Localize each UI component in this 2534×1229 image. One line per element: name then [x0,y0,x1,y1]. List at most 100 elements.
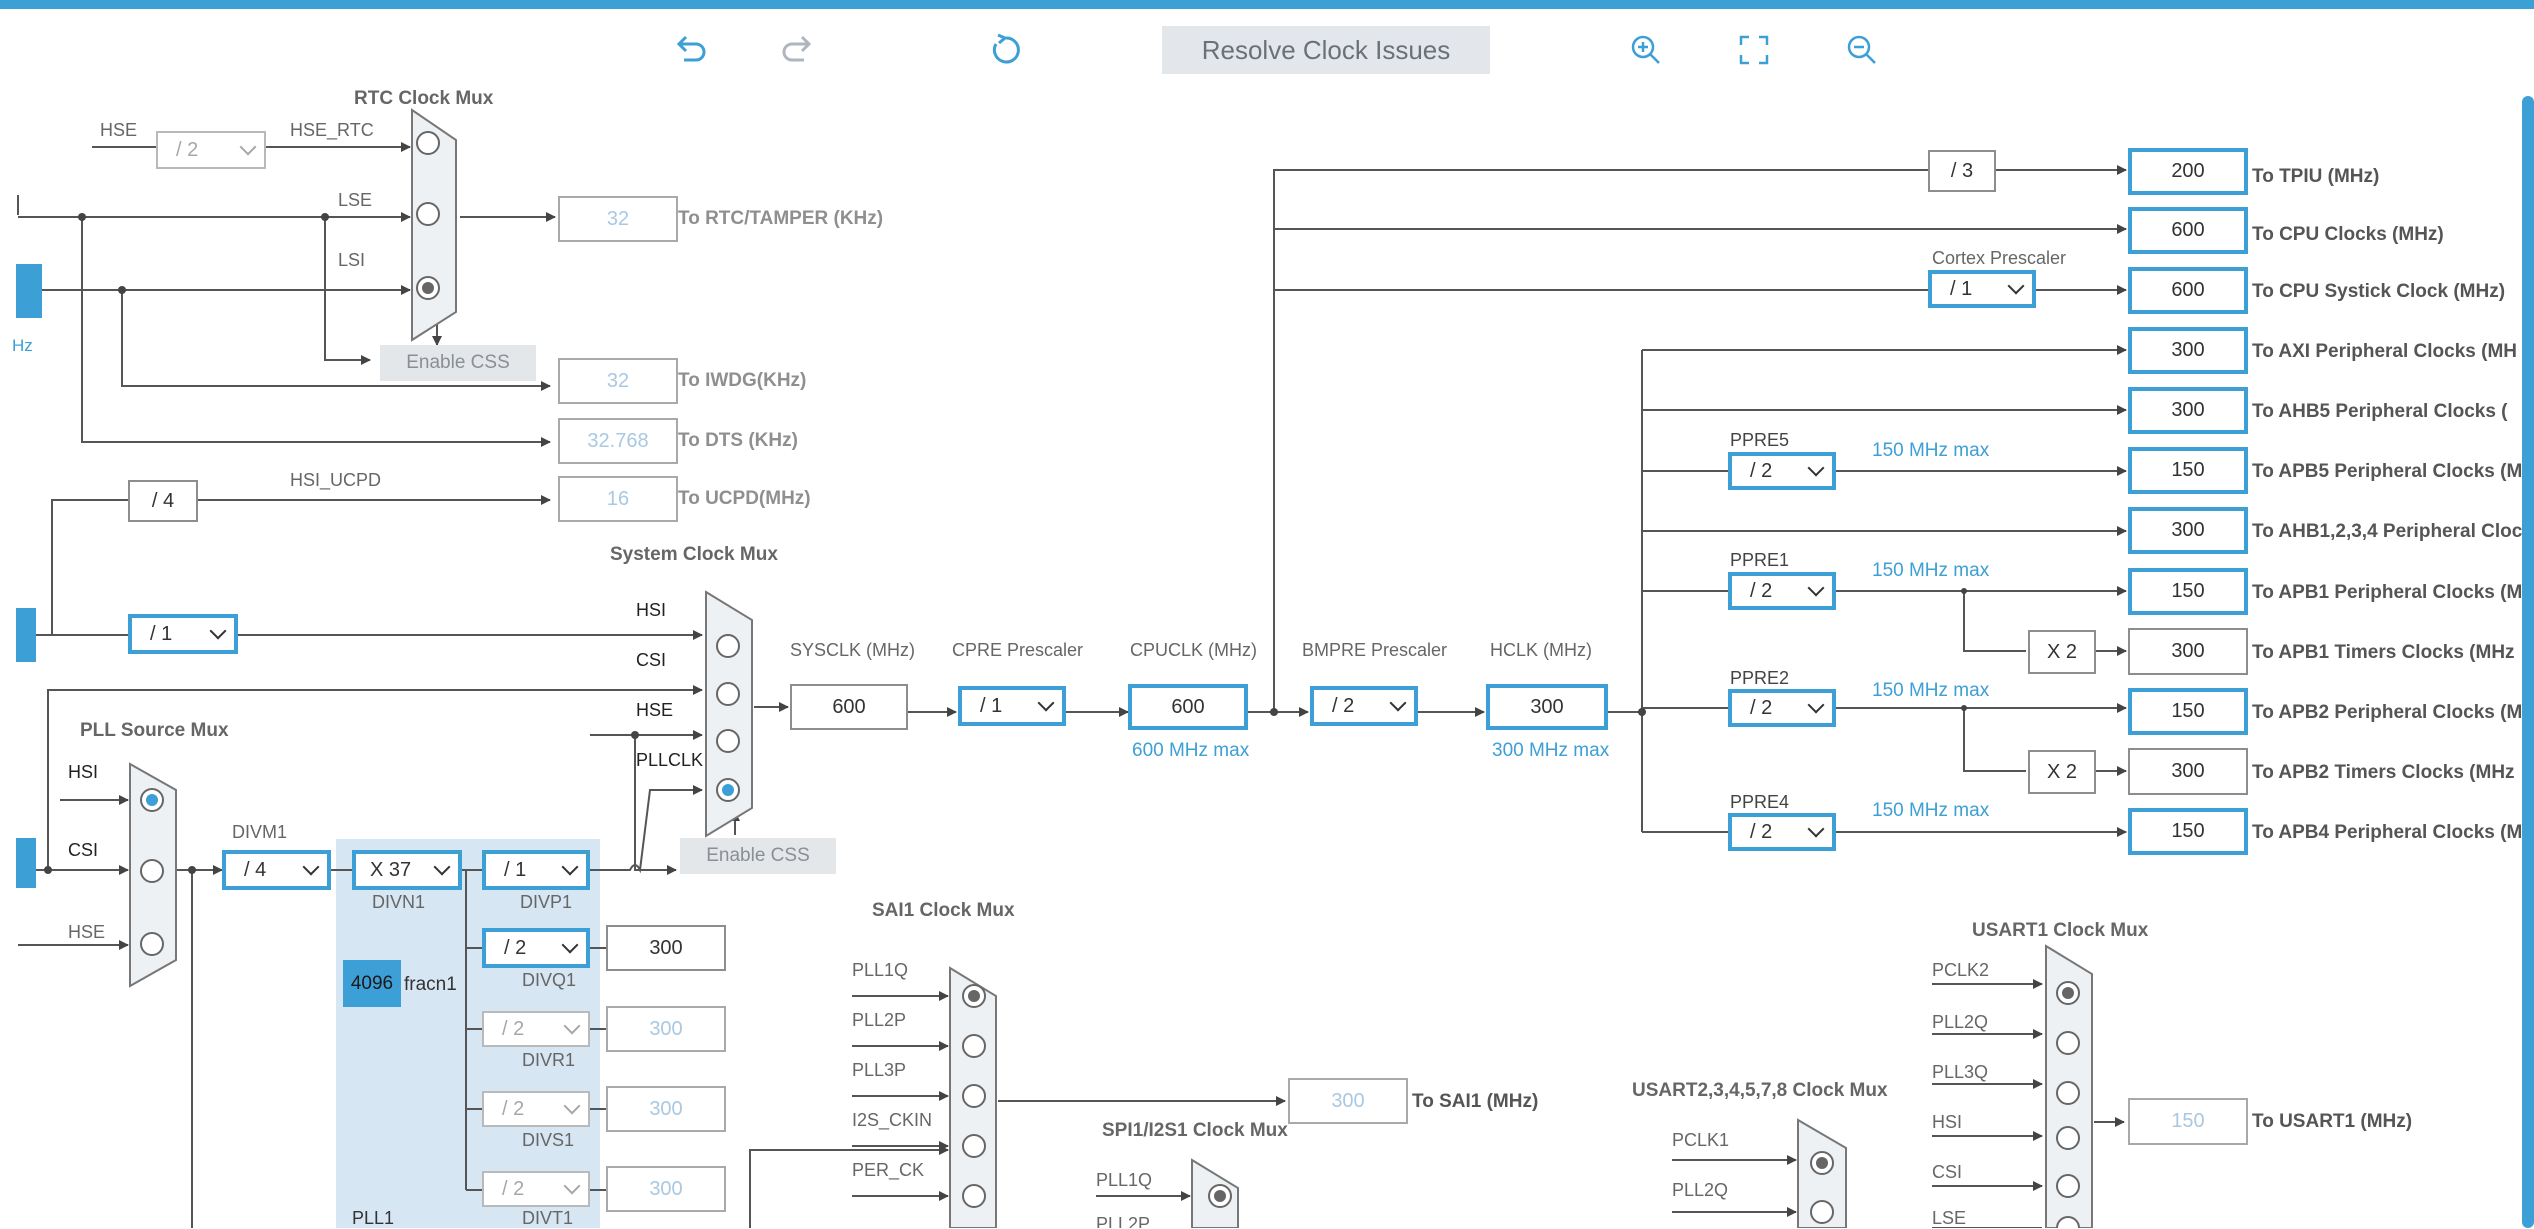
ucpd-divider[interactable]: / 4 [128,480,198,522]
rtc-tamper-value[interactable]: 32 [558,196,678,242]
hclk-value[interactable]: 300 [1486,684,1608,730]
bmpre-prescaler-value: / 2 [1332,694,1355,717]
partial-unit-label: Hz [12,336,33,355]
apb1-peripheral-value[interactable]: 150 [2128,568,2248,615]
apb1-timer-multiplier[interactable]: X 2 [2028,630,2096,674]
ppre5-max-label: 150 MHz max [1872,440,1990,461]
hclk-max-label: 300 MHz max [1492,740,1610,761]
usart1-input-hsi: HSI [1932,1112,1963,1132]
sai1-label: To SAI1 (MHz) [1412,1091,1539,1112]
rtc-tamper-label: To RTC/TAMPER (KHz) [678,208,884,229]
divs1-value: / 2 [502,1097,525,1120]
apb4-peripheral-value[interactable]: 150 [2128,808,2248,855]
pll-input-hsi: HSI [68,762,99,782]
divn1-label: DIVN1 [372,892,426,912]
divs1-output[interactable]: 300 [606,1086,726,1132]
ppre2-value: / 2 [1750,696,1773,719]
cpuclk-max-label: 600 MHz max [1132,740,1250,761]
dts-value[interactable]: 32.768 [558,418,678,464]
divq1-output[interactable]: 300 [606,925,726,971]
ppre1-select[interactable]: / 2 [1728,572,1836,610]
apb2-timer-multiplier[interactable]: X 2 [2028,750,2096,794]
apb1-timers-value[interactable]: 300 [2128,628,2248,675]
cpu-clocks-value[interactable]: 600 [2128,207,2248,254]
usart1-input-csi: CSI [1932,1162,1963,1182]
cpuclk-label: CPUCLK (MHz) [1130,640,1258,660]
apb2-timers-value[interactable]: 300 [2128,748,2248,795]
divm1-value: / 4 [244,858,267,881]
ppre5-value: / 2 [1750,459,1773,482]
usart1-input-pclk2: PCLK2 [1932,960,1990,980]
divn1-select[interactable]: X 37 [352,850,462,890]
sai1-input-pll3p: PLL3P [852,1060,907,1080]
source-block-lse[interactable] [16,264,42,318]
sysclk-value[interactable]: 600 [790,684,908,730]
hse-label: HSE [100,120,138,140]
divr1-output[interactable]: 300 [606,1006,726,1052]
hse-rtc-divider-value: / 2 [176,138,199,161]
cpuclk-value[interactable]: 600 [1128,684,1248,730]
apb4-peripheral-label: To APB4 Peripheral Clocks (M [2252,822,2523,843]
system-mux-title: System Clock Mux [610,544,778,565]
divq1-select[interactable]: / 2 [482,928,590,968]
lse-label: LSE [338,190,373,210]
chevron-down-icon [561,936,579,954]
cpu-systick-value[interactable]: 600 [2128,267,2248,314]
cpu-systick-label: To CPU Systick Clock (MHz) [2252,281,2506,302]
ahb1234-peripheral-value[interactable]: 300 [2128,507,2248,554]
hclk-label: HCLK (MHz) [1490,640,1592,660]
hse-rtc-divider-select[interactable]: / 2 [156,131,266,169]
ppre1-label: PPRE1 [1730,550,1790,570]
sys-input-pllclk: PLLCLK [636,750,704,770]
ppre4-select[interactable]: / 2 [1728,813,1836,851]
chevron-down-icon [563,1177,581,1195]
spi1-input-pll1q: PLL1Q [1096,1170,1153,1190]
pll-input-csi: CSI [68,840,99,860]
divs1-select[interactable]: / 2 [482,1091,590,1127]
sai1-input-per-ck: PER_CK [852,1160,925,1180]
enable-css-system-button[interactable]: Enable CSS [680,838,836,874]
source-block-csi[interactable] [16,838,36,888]
spi1-input-pll2p: PLL2P [1096,1214,1151,1228]
chevron-down-icon [1037,694,1055,712]
hsi-divider-select[interactable]: / 1 [128,614,238,654]
cortex-prescaler-select[interactable]: / 1 [1928,270,2036,308]
ppre2-select[interactable]: / 2 [1728,689,1836,727]
rtc-mux-title: RTC Clock Mux [354,88,494,109]
iwdg-label: To IWDG(KHz) [678,370,807,391]
divt1-output[interactable]: 300 [606,1166,726,1212]
divm1-select[interactable]: / 4 [222,850,331,890]
pll-input-hse: HSE [68,922,106,942]
tpiu-divider[interactable]: / 3 [1928,150,1996,192]
sys-input-csi: CSI [636,650,667,670]
ucpd-value[interactable]: 16 [558,476,678,522]
divr1-select[interactable]: / 2 [482,1011,590,1047]
dts-label: To DTS (KHz) [678,430,798,451]
tpiu-value[interactable]: 200 [2128,148,2248,195]
ppre1-max-label: 150 MHz max [1872,560,1990,581]
ppre4-max-label: 150 MHz max [1872,800,1990,821]
bmpre-prescaler-select[interactable]: / 2 [1310,686,1418,726]
ppre2-label: PPRE2 [1730,668,1790,688]
axi-peripheral-value[interactable]: 300 [2128,327,2248,374]
spi1-mux-title: SPI1/I2S1 Clock Mux [1102,1120,1288,1141]
ppre5-select[interactable]: / 2 [1728,452,1836,490]
cpre-prescaler-select[interactable]: / 1 [958,686,1066,726]
divt1-select[interactable]: / 2 [482,1171,590,1207]
fracn1-value[interactable]: 4096 [343,960,401,1007]
vertical-scrollbar[interactable] [2522,96,2534,1228]
pll-source-mux-title: PLL Source Mux [80,720,229,741]
usart1-value[interactable]: 150 [2128,1098,2248,1145]
divp1-select[interactable]: / 1 [482,850,590,890]
apb2-peripheral-value[interactable]: 150 [2128,688,2248,735]
apb5-peripheral-value[interactable]: 150 [2128,447,2248,494]
cpre-prescaler-label: CPRE Prescaler [952,640,1084,660]
ahb5-peripheral-value[interactable]: 300 [2128,387,2248,434]
enable-css-rtc-button[interactable]: Enable CSS [380,345,536,381]
iwdg-value[interactable]: 32 [558,358,678,404]
sai1-value[interactable]: 300 [1288,1078,1408,1124]
source-block-hsi[interactable] [16,608,36,662]
apb2-peripheral-label: To APB2 Peripheral Clocks (M [2252,702,2523,723]
divn1-value: X 37 [370,858,412,881]
usart1-input-lse: LSE [1932,1208,1967,1228]
